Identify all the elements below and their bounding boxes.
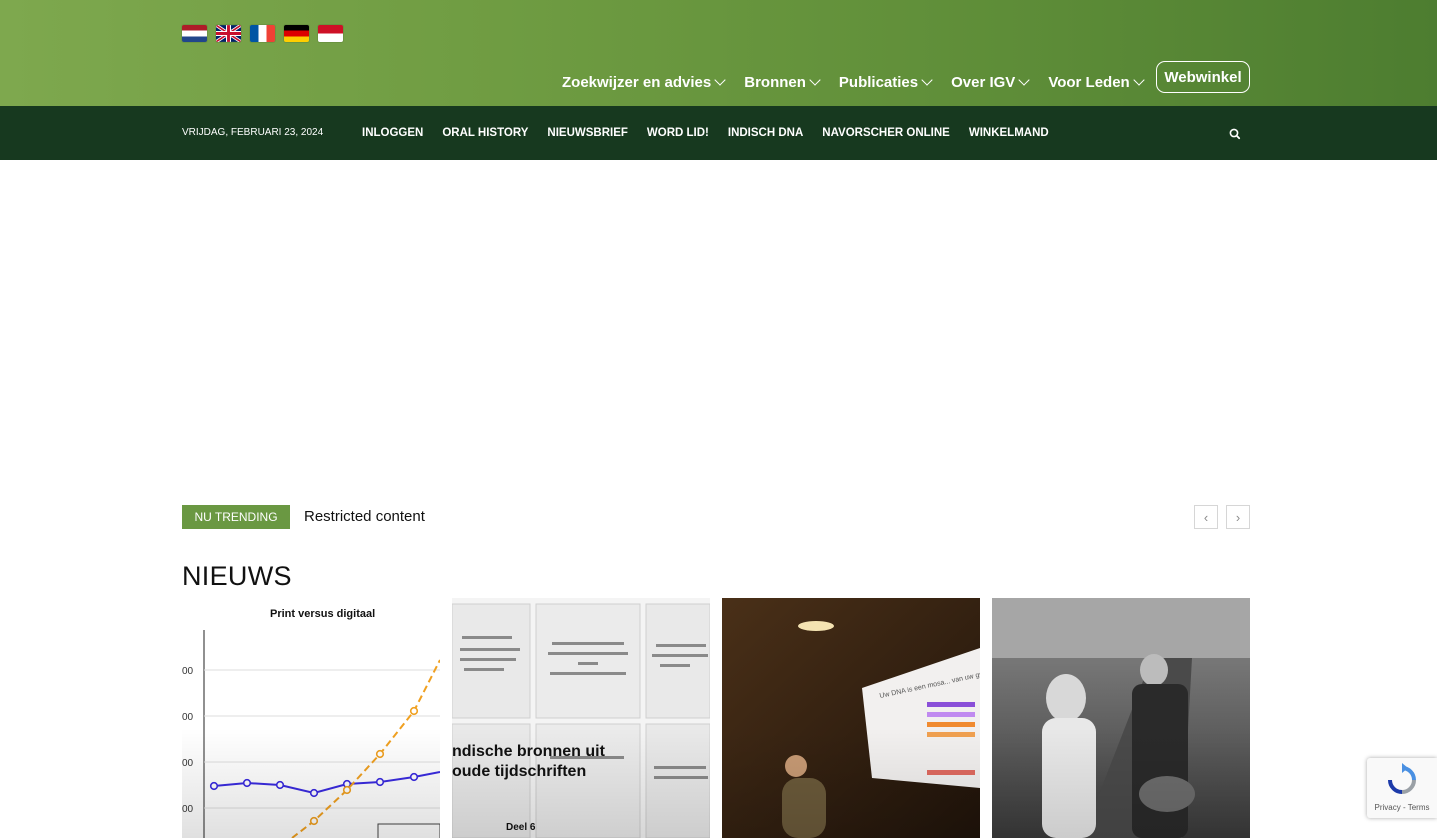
trending-badge: NU TRENDING <box>182 505 290 529</box>
recaptcha-links[interactable]: Privacy - Terms <box>1367 803 1437 812</box>
flag-de-icon[interactable] <box>284 25 309 42</box>
nav-publicaties[interactable]: Publicaties <box>838 60 933 104</box>
top-link-word-lid[interactable]: WORD LID! <box>647 125 709 141</box>
nav-over-igv[interactable]: Over IGV <box>951 60 1030 104</box>
top-link-navorscher-online[interactable]: NAVORSCHER ONLINE <box>822 125 950 141</box>
card-image-title: Print versus digitaal <box>270 608 376 620</box>
card-volume-label: Deel 6 <box>506 822 536 833</box>
flag-en-icon[interactable] <box>216 25 241 42</box>
news-card-3[interactable]: Uw DNA is een mosa... van uw grootouders <box>722 598 980 838</box>
top-link-inloggen[interactable]: INLOGGEN <box>362 125 423 141</box>
chevron-right-icon: › <box>1235 509 1241 525</box>
nav-label: Over IGV <box>951 73 1016 91</box>
webwinkel-button[interactable]: Webwinkel <box>1156 61 1250 93</box>
chevron-down-icon <box>1133 74 1145 86</box>
chart-thumbnail-image: 00 00 00 00 <box>182 630 440 838</box>
nav-label: Bronnen <box>744 73 806 91</box>
caption-line-1: ndische bronnen uit <box>452 743 605 760</box>
news-card-2[interactable]: ndische bronnen uit oude tijdschriften D… <box>452 598 710 838</box>
recaptcha-badge[interactable]: Privacy - Terms <box>1367 758 1437 818</box>
flag-id-icon[interactable] <box>318 25 343 42</box>
news-card-4[interactable] <box>992 598 1250 838</box>
language-switcher <box>182 25 343 42</box>
card-caption: ndische bronnen uit oude tijdschriften <box>452 742 605 782</box>
recaptcha-icon <box>1388 763 1416 794</box>
svg-text:00: 00 <box>182 804 194 815</box>
trending-next-button[interactable]: › <box>1226 505 1250 529</box>
current-date: VRIJDAG, FEBRUARI 23, 2024 <box>182 127 324 138</box>
chevron-left-icon: ‹ <box>1203 509 1209 525</box>
caption-line-2: oude tijdschriften <box>452 763 587 780</box>
nav-bronnen[interactable]: Bronnen <box>744 60 821 104</box>
top-link-indisch-dna[interactable]: INDISCH DNA <box>728 125 803 141</box>
flag-fr-icon[interactable] <box>250 25 275 42</box>
news-card-1[interactable]: Print versus digitaal 00 00 00 00 <box>182 598 440 838</box>
nav-voor-leden[interactable]: Voor Leden <box>1048 60 1145 104</box>
news-section-title: NIEUWS <box>182 561 292 591</box>
svg-text:00: 00 <box>182 666 194 677</box>
top-link-nieuwsbrief[interactable]: NIEUWSBRIEF <box>547 125 628 141</box>
flag-nl-icon[interactable] <box>182 25 207 42</box>
site-header: Zoekwijzer en advies Bronnen Publicaties… <box>0 0 1437 106</box>
nav-label: Publicaties <box>838 73 919 91</box>
nav-zoekwijzer[interactable]: Zoekwijzer en advies <box>562 60 726 104</box>
top-link-winkelmand[interactable]: WINKELMAND <box>969 125 1049 141</box>
historic-photo-image <box>992 598 1250 838</box>
chevron-down-icon <box>714 74 726 86</box>
trending-item[interactable]: Restricted content <box>304 508 425 525</box>
chevron-down-icon <box>809 74 821 86</box>
nav-label: Zoekwijzer en advies <box>562 73 712 91</box>
svg-text:00: 00 <box>182 712 194 723</box>
nav-label: Voor Leden <box>1048 73 1130 91</box>
main-navigation: Zoekwijzer en advies Bronnen Publicaties… <box>562 60 1163 104</box>
trending-prev-button[interactable]: ‹ <box>1194 505 1218 529</box>
svg-text:00: 00 <box>182 758 194 769</box>
chevron-down-icon <box>921 74 933 86</box>
chevron-down-icon <box>1018 74 1030 86</box>
search-icon <box>1229 128 1241 140</box>
top-links: INLOGGEN ORAL HISTORY NIEUWSBRIEF WORD L… <box>362 125 1068 141</box>
presentation-photo-image: Uw DNA is een mosa... van uw grootouders <box>722 598 980 838</box>
search-button[interactable] <box>1224 123 1246 145</box>
publication-collage-image <box>452 603 710 838</box>
top-link-oral-history[interactable]: ORAL HISTORY <box>442 125 528 141</box>
